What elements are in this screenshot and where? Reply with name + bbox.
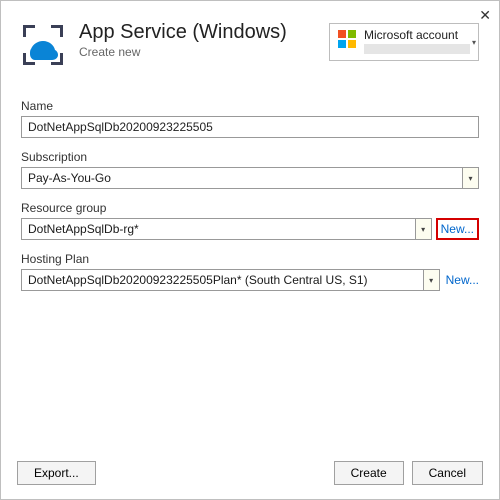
field-subscription: Subscription Pay-As-You-Go ▾ [21, 150, 479, 189]
create-button[interactable]: Create [334, 461, 404, 485]
dialog-title: App Service (Windows) [79, 21, 329, 44]
export-button[interactable]: Export... [17, 461, 96, 485]
app-service-dialog: ✕ App Service (Windows) Create new Micro… [0, 0, 500, 500]
title-block: App Service (Windows) Create new [79, 23, 329, 59]
hosting-plan-value: DotNetAppSqlDb20200923225505Plan* (South… [28, 273, 423, 287]
subscription-value: Pay-As-You-Go [28, 171, 462, 185]
field-resource-group: Resource group DotNetAppSqlDb-rg* ▾ New.… [21, 201, 479, 240]
resource-group-select[interactable]: DotNetAppSqlDb-rg* ▾ [21, 218, 432, 240]
account-label: Microsoft account [364, 28, 470, 42]
account-email-placeholder [364, 44, 470, 54]
subscription-select[interactable]: Pay-As-You-Go ▾ [21, 167, 479, 189]
chevron-down-icon: ▾ [415, 219, 431, 239]
hosting-plan-new-link[interactable]: New... [446, 269, 479, 291]
hosting-plan-select[interactable]: DotNetAppSqlDb20200923225505Plan* (South… [21, 269, 440, 291]
dialog-header: App Service (Windows) Create new Microso… [1, 1, 499, 77]
chevron-down-icon: ▾ [462, 168, 478, 188]
field-hosting-plan: Hosting Plan DotNetAppSqlDb2020092322550… [21, 252, 479, 291]
resource-group-value: DotNetAppSqlDb-rg* [28, 222, 415, 236]
hosting-plan-label: Hosting Plan [21, 252, 479, 266]
close-icon[interactable]: ✕ [479, 7, 491, 24]
chevron-down-icon: ▾ [472, 38, 476, 47]
name-label: Name [21, 99, 479, 113]
chevron-down-icon: ▾ [423, 270, 439, 290]
cancel-button[interactable]: Cancel [412, 461, 483, 485]
field-name: Name [21, 99, 479, 138]
microsoft-logo-icon [338, 30, 356, 48]
account-text: Microsoft account [364, 28, 470, 54]
button-bar: Export... Create Cancel [1, 449, 499, 499]
account-selector[interactable]: Microsoft account ▾ [329, 23, 479, 61]
name-input[interactable] [21, 116, 479, 138]
resource-group-label: Resource group [21, 201, 479, 215]
app-service-icon [21, 23, 65, 67]
dialog-subtitle: Create new [79, 45, 329, 59]
subscription-label: Subscription [21, 150, 479, 164]
form-area: Name Subscription Pay-As-You-Go ▾ Resour… [1, 77, 499, 449]
resource-group-new-link[interactable]: New... [436, 218, 479, 240]
